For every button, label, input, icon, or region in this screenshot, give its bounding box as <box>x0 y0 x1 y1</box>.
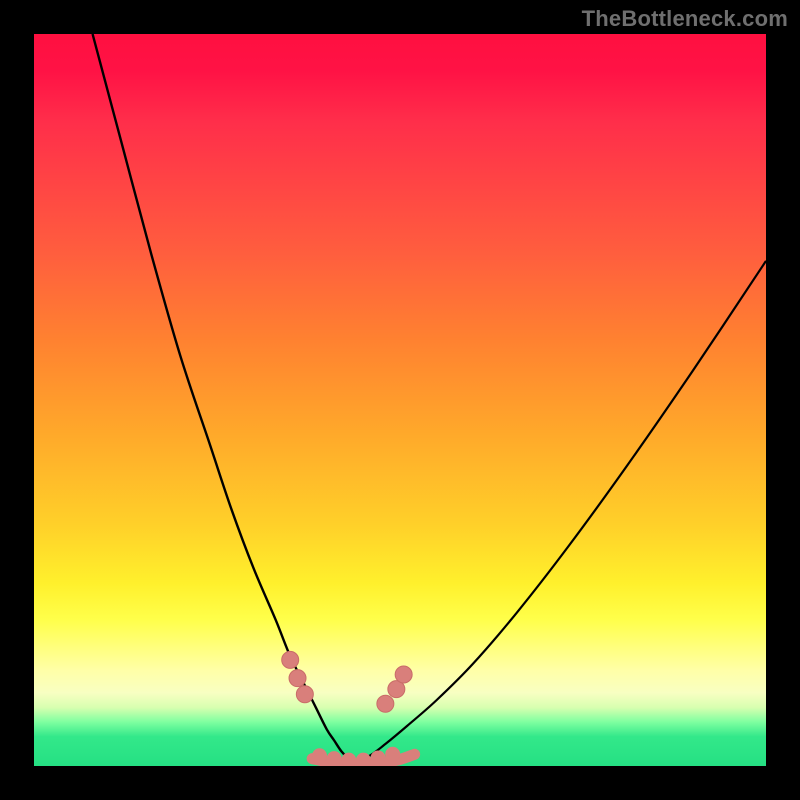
data-markers <box>282 651 412 712</box>
plot-area <box>34 34 766 766</box>
data-marker <box>395 666 412 683</box>
data-marker <box>377 695 394 712</box>
data-marker <box>327 751 342 766</box>
chart-frame: TheBottleneck.com <box>0 0 800 800</box>
data-marker <box>312 748 327 763</box>
right-curve <box>356 261 766 762</box>
data-marker <box>385 747 400 762</box>
data-marker <box>289 670 306 687</box>
data-marker <box>371 750 386 765</box>
watermark-text: TheBottleneck.com <box>582 6 788 32</box>
left-curve <box>93 34 357 762</box>
data-marker <box>296 686 313 703</box>
data-marker <box>356 753 371 766</box>
data-marker <box>282 651 299 668</box>
curve-layer <box>34 34 766 766</box>
